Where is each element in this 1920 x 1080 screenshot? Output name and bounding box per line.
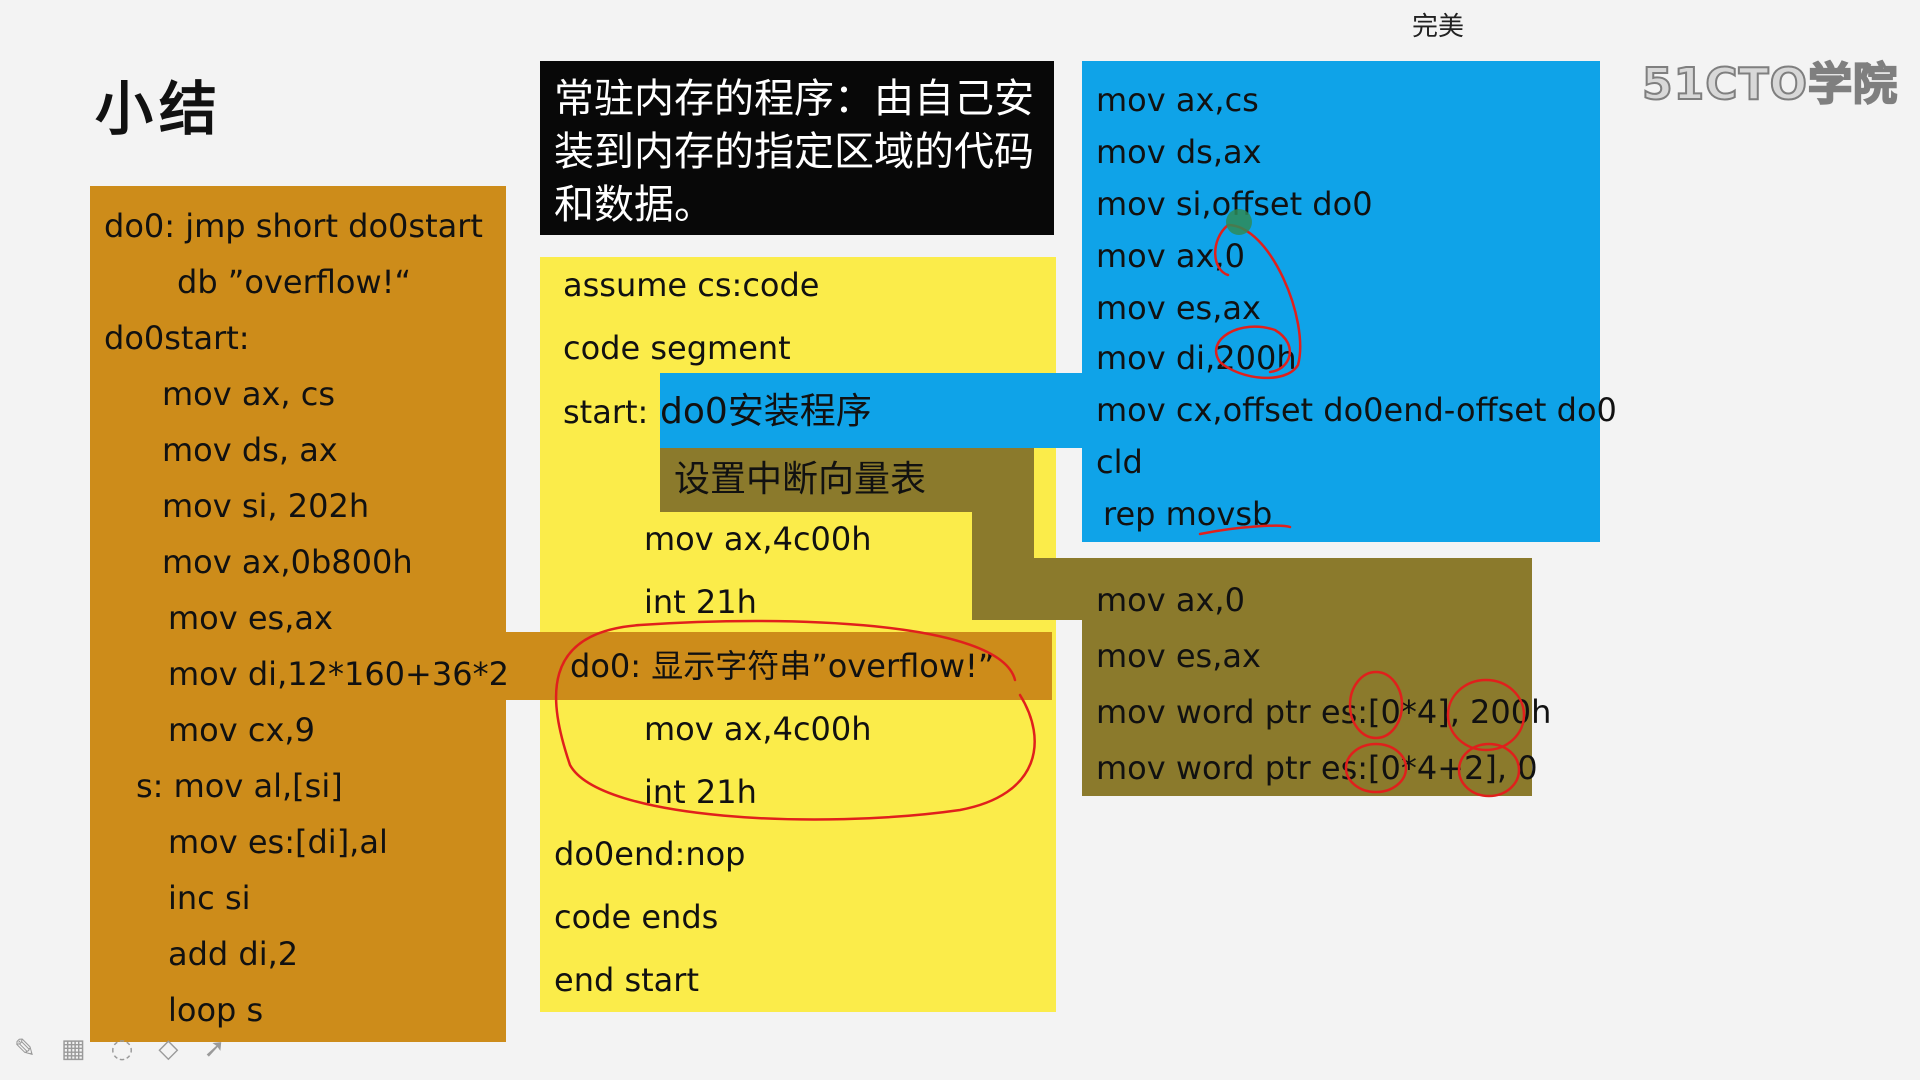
code-line: mov es,ax bbox=[1096, 289, 1261, 327]
definition-text: 常驻内存的程序：由自己安装到内存的指定区域的代码和数据。 bbox=[554, 76, 1034, 228]
eraser-icon[interactable]: ◇ bbox=[158, 1034, 178, 1064]
code-line: mov ax,0b800h bbox=[162, 543, 413, 581]
code-line: mov si,offset do0 bbox=[1096, 185, 1373, 223]
code-line: int 21h bbox=[644, 773, 757, 811]
pointer-icon[interactable]: ➚ bbox=[203, 1034, 225, 1064]
code-line: code ends bbox=[554, 898, 719, 936]
slide-title: 小结 bbox=[95, 75, 224, 143]
code-line: mov es:[di],al bbox=[168, 823, 388, 861]
code-line: rep movsb bbox=[1103, 495, 1273, 533]
code-line: s: mov al,[si] bbox=[136, 767, 343, 805]
brand-watermark: 51CTO学院 bbox=[1641, 58, 1898, 111]
code-line: inc si bbox=[168, 879, 251, 917]
code-line: loop s bbox=[168, 991, 264, 1029]
code-line: mov di,12*160+36*2 bbox=[168, 655, 509, 693]
annotation-toolbar: ✎ ▦ ◌ ◇ ➚ bbox=[14, 1034, 245, 1064]
code-line: add di,2 bbox=[168, 935, 299, 973]
do0-label: do0: 显示字符串”overflow!” bbox=[570, 647, 995, 685]
code-line: mov ax, cs bbox=[162, 375, 336, 413]
code-line: db ”overflow!“ bbox=[177, 263, 412, 301]
code-line: code segment bbox=[563, 329, 791, 367]
install-label: do0安装程序 bbox=[660, 391, 872, 432]
code-line: int 21h bbox=[644, 583, 757, 621]
code-line: mov cx,9 bbox=[168, 711, 315, 749]
vector-label: 设置中断向量表 bbox=[674, 459, 927, 500]
code-line: do0end:nop bbox=[554, 835, 746, 873]
code-line: mov word ptr es:[0*4], 200h bbox=[1096, 693, 1552, 731]
code-line: cld bbox=[1096, 443, 1143, 481]
code-line: mov ax,4c00h bbox=[644, 520, 872, 558]
code-line: mov ds, ax bbox=[162, 431, 338, 469]
code-line: mov ax,cs bbox=[1096, 81, 1259, 119]
code-line: mov si, 202h bbox=[162, 487, 370, 525]
code-line: mov ds,ax bbox=[1096, 133, 1262, 171]
code-line: end start bbox=[554, 961, 699, 999]
pen-icon[interactable]: ✎ bbox=[14, 1034, 36, 1064]
definition-box: 常驻内存的程序：由自己安装到内存的指定区域的代码和数据。 bbox=[540, 61, 1054, 235]
player-caption: 完美 bbox=[1412, 12, 1465, 42]
code-line: mov cx,offset do0end-offset do0 bbox=[1096, 391, 1617, 429]
slide: 小结 完美 51CTO学院 常驻内存的程序：由自己安装到内存的指定区域的代码和数… bbox=[0, 0, 1920, 1080]
code-line: assume cs:code bbox=[563, 266, 820, 304]
code-line: do0start: bbox=[104, 319, 250, 357]
code-line: mov es,ax bbox=[168, 599, 333, 637]
code-line: mov ax,0 bbox=[1096, 237, 1245, 275]
code-line: mov di,200h bbox=[1096, 339, 1297, 377]
code-line: start: bbox=[563, 393, 649, 431]
code-line: mov ax,4c00h bbox=[644, 710, 872, 748]
code-line: mov word ptr es:[0*4+2], 0 bbox=[1096, 749, 1538, 787]
code-line: do0: jmp short do0start bbox=[104, 207, 483, 245]
code-line: mov es,ax bbox=[1096, 637, 1261, 675]
code-line: mov ax,0 bbox=[1096, 581, 1245, 619]
lasso-icon[interactable]: ◌ bbox=[111, 1034, 134, 1064]
keyboard-icon[interactable]: ▦ bbox=[61, 1034, 86, 1064]
